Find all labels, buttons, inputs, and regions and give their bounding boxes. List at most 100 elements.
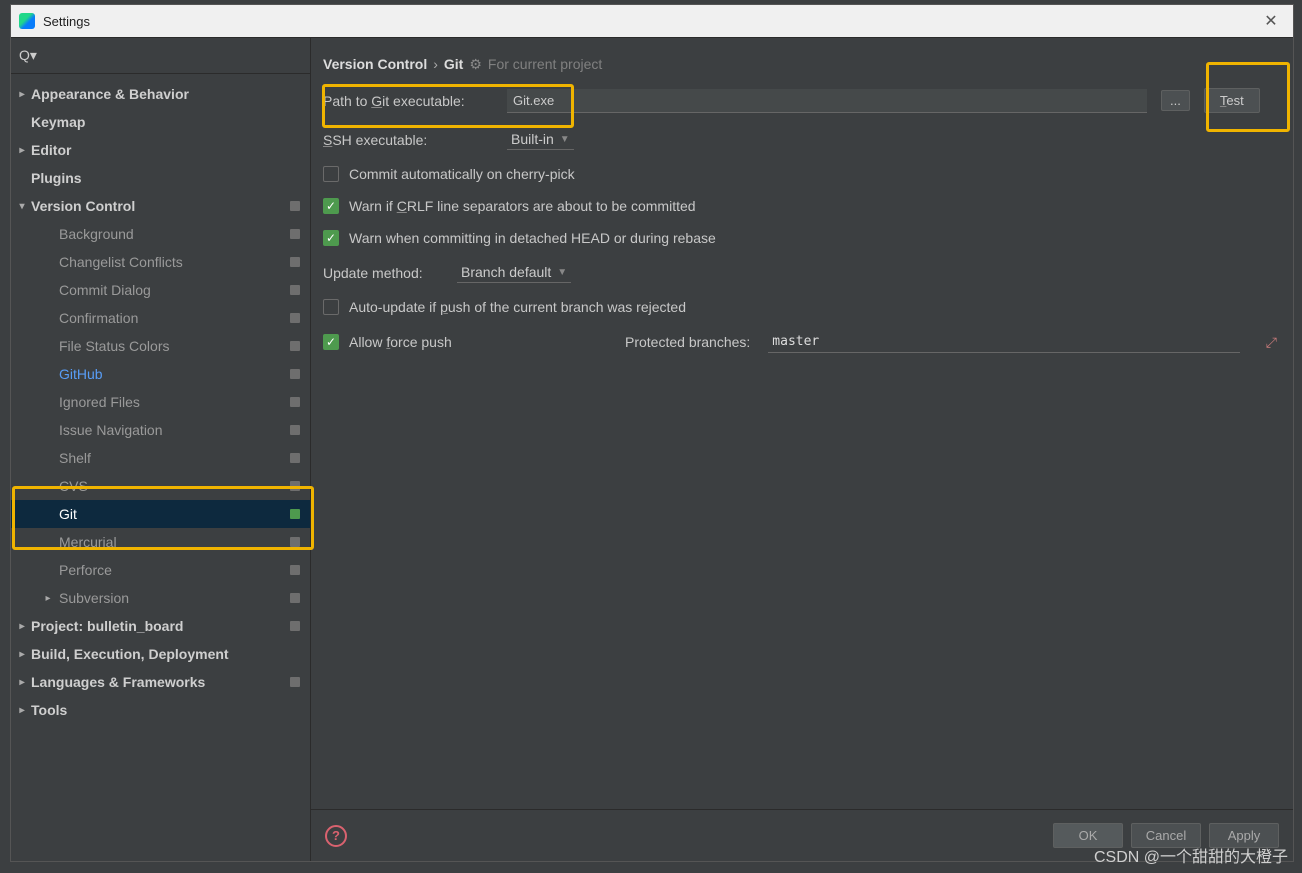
- force-push-check[interactable]: ✓ Allow force push: [323, 334, 607, 350]
- sidebar-item-version-control[interactable]: ▾ Version Control: [11, 192, 310, 220]
- search-row: Q▾: [11, 38, 310, 74]
- sidebar-item-label: File Status Colors: [59, 338, 169, 354]
- sidebar-item-label: Issue Navigation: [59, 422, 163, 438]
- breadcrumb-root[interactable]: Version Control: [323, 56, 427, 72]
- gear-icon: ⚙: [469, 56, 482, 73]
- sidebar-item-perforce[interactable]: Perforce: [11, 556, 310, 584]
- project-badge-icon: [290, 593, 300, 603]
- checkbox-checked-icon: ✓: [323, 334, 339, 350]
- sidebar-item-label: GitHub: [59, 366, 103, 382]
- sidebar-item-appearance-behavior[interactable]: ▸ Appearance & Behavior: [11, 80, 310, 108]
- sidebar-item-subversion[interactable]: ▸Subversion: [11, 584, 310, 612]
- titlebar: Settings ✕: [11, 5, 1293, 37]
- sidebar-item-ignored-files[interactable]: Ignored Files: [11, 388, 310, 416]
- ssh-select[interactable]: Built-in ▼: [507, 129, 574, 150]
- sidebar-item-commit-dialog[interactable]: Commit Dialog: [11, 276, 310, 304]
- settings-dialog: Settings ✕ Q▾ ▸ Appearance & Behavior Keym…: [10, 4, 1294, 862]
- ssh-label: SSH executable:: [323, 132, 493, 148]
- project-badge-icon: [290, 565, 300, 575]
- sidebar-item-label: Changelist Conflicts: [59, 254, 183, 270]
- sidebar-item-confirmation[interactable]: Confirmation: [11, 304, 310, 332]
- project-badge-icon: [290, 201, 300, 211]
- chevron-down-icon: ▾: [17, 201, 27, 212]
- checkbox-checked-icon: ✓: [323, 198, 339, 214]
- git-path-input[interactable]: [507, 89, 1147, 113]
- sidebar-item-build-execution-deployment[interactable]: ▸ Build, Execution, Deployment: [11, 640, 310, 668]
- project-badge-icon: [290, 481, 300, 491]
- chevron-down-icon: ▼: [557, 267, 567, 278]
- protected-branches-label: Protected branches:: [625, 334, 750, 350]
- checkbox-icon: [323, 166, 339, 182]
- sidebar-item-tools[interactable]: ▸Tools: [11, 696, 310, 724]
- chevron-right-icon: ▸: [17, 649, 27, 660]
- auto-update-check[interactable]: Auto-update if push of the current branc…: [323, 299, 1277, 315]
- sidebar-item-label: Editor: [31, 142, 71, 158]
- cherry-pick-check[interactable]: Commit automatically on cherry-pick: [323, 166, 1277, 182]
- sidebar-item-label: Ignored Files: [59, 394, 140, 410]
- settings-sidebar: Q▾ ▸ Appearance & Behavior Keymap ▸ Editor Pl…: [11, 38, 311, 861]
- ssh-executable-row: SSH executable: Built-in ▼: [323, 129, 1277, 150]
- project-badge-icon: [290, 621, 300, 631]
- sidebar-item-keymap[interactable]: Keymap: [11, 108, 310, 136]
- sidebar-item-label: Build, Execution, Deployment: [31, 646, 229, 662]
- git-settings-form: Path to Git executable: ... Test SSH exe…: [323, 88, 1277, 353]
- sidebar-item-project-bulletin-board[interactable]: ▸Project: bulletin_board: [11, 612, 310, 640]
- sidebar-item-label: Languages & Frameworks: [31, 674, 205, 690]
- sidebar-item-languages-frameworks[interactable]: ▸ Languages & Frameworks: [11, 668, 310, 696]
- sidebar-item-editor[interactable]: ▸ Editor: [11, 136, 310, 164]
- chevron-right-icon: ▸: [17, 89, 27, 100]
- sidebar-item-label: Confirmation: [59, 310, 138, 326]
- sidebar-item-label: Commit Dialog: [59, 282, 151, 298]
- close-icon[interactable]: ✕: [1257, 7, 1285, 35]
- update-method-row: Update method: Branch default ▼: [323, 262, 1277, 283]
- force-push-label: Allow force push: [349, 334, 452, 350]
- dialog-body: Q▾ ▸ Appearance & Behavior Keymap ▸ Editor Pl…: [11, 37, 1293, 861]
- project-badge-icon: [290, 369, 300, 379]
- sidebar-item-label: Shelf: [59, 450, 91, 466]
- auto-update-label: Auto-update if push of the current branc…: [349, 299, 686, 315]
- search-icon[interactable]: Q▾: [19, 47, 37, 64]
- sidebar-item-plugins[interactable]: Plugins: [11, 164, 310, 192]
- breadcrumb-leaf: Git: [444, 56, 463, 72]
- chevron-right-icon: ▸: [17, 677, 27, 688]
- project-badge-icon: [290, 537, 300, 547]
- protected-branches-input[interactable]: [768, 331, 1240, 353]
- sidebar-item-label: Mercurial: [59, 534, 117, 550]
- sidebar-item-label: Version Control: [31, 198, 135, 214]
- sidebar-item-mercurial[interactable]: Mercurial: [11, 528, 310, 556]
- sidebar-item-github[interactable]: GitHub: [11, 360, 310, 388]
- force-push-row: ✓ Allow force push Protected branches: ⤢: [323, 331, 1277, 353]
- chevron-right-icon: ▸: [17, 145, 27, 156]
- crlf-label: Warn if CRLF line separators are about t…: [349, 198, 696, 214]
- ssh-value: Built-in: [511, 131, 554, 147]
- detached-check[interactable]: ✓ Warn when committing in detached HEAD …: [323, 230, 1277, 246]
- sidebar-item-label: Project: bulletin_board: [31, 618, 183, 634]
- update-method-select[interactable]: Branch default ▼: [457, 262, 571, 283]
- sidebar-item-label: Keymap: [31, 114, 85, 130]
- project-badge-icon: [290, 425, 300, 435]
- sidebar-item-background[interactable]: Background: [11, 220, 310, 248]
- sidebar-item-shelf[interactable]: Shelf: [11, 444, 310, 472]
- breadcrumb-note: For current project: [488, 56, 602, 72]
- crlf-check[interactable]: ✓ Warn if CRLF line separators are about…: [323, 198, 1277, 214]
- settings-tree: ▸ Appearance & Behavior Keymap ▸ Editor Plugi…: [11, 74, 310, 861]
- git-executable-row: Path to Git executable: ... Test: [323, 88, 1277, 113]
- help-icon[interactable]: ?: [325, 825, 347, 847]
- project-badge-icon: [290, 397, 300, 407]
- expand-icon[interactable]: ⤢: [1266, 334, 1277, 351]
- sidebar-item-cvs[interactable]: CVS: [11, 472, 310, 500]
- update-method-value: Branch default: [461, 264, 551, 280]
- sidebar-item-label: Plugins: [31, 170, 82, 186]
- breadcrumb: Version Control › Git ⚙ For current proj…: [323, 50, 1277, 78]
- sidebar-item-label: Appearance & Behavior: [31, 86, 189, 102]
- sidebar-item-changelist-conflicts[interactable]: Changelist Conflicts: [11, 248, 310, 276]
- git-path-label: Path to Git executable:: [323, 93, 493, 109]
- project-badge-icon: [290, 229, 300, 239]
- browse-button[interactable]: ...: [1161, 90, 1190, 111]
- sidebar-item-file-status-colors[interactable]: File Status Colors: [11, 332, 310, 360]
- chevron-right-icon: ▸: [43, 593, 53, 604]
- test-button[interactable]: Test: [1204, 88, 1260, 113]
- sidebar-item-git[interactable]: Git: [11, 500, 310, 528]
- update-method-label: Update method:: [323, 265, 443, 281]
- sidebar-item-issue-navigation[interactable]: Issue Navigation: [11, 416, 310, 444]
